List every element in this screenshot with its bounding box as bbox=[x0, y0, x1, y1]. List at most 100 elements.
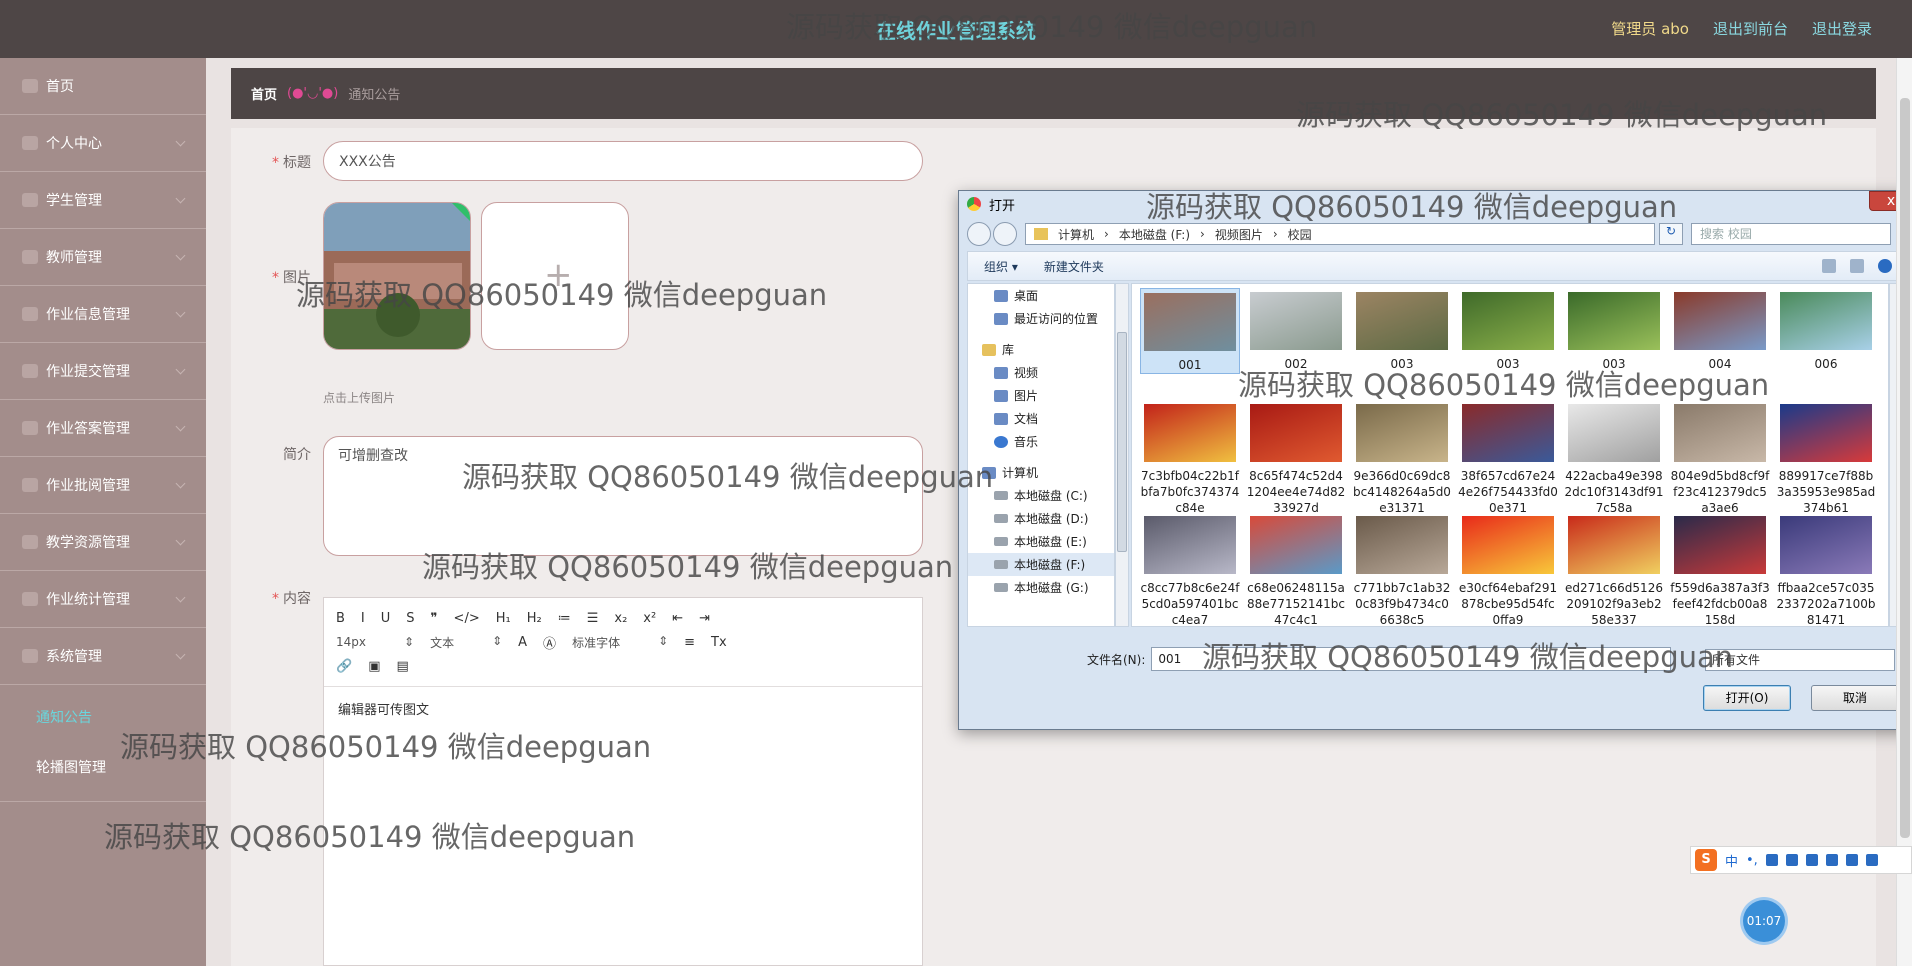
shirt-icon[interactable] bbox=[1845, 854, 1858, 866]
refresh-icon[interactable]: ↻ bbox=[1659, 223, 1683, 245]
format-button[interactable]: I bbox=[361, 611, 365, 626]
tree-item[interactable]: 音乐 bbox=[968, 430, 1114, 453]
clear-format-button[interactable]: Tx bbox=[711, 635, 727, 650]
sidebar-item[interactable]: 作业提交管理 bbox=[0, 343, 206, 400]
ime-punct[interactable]: •, bbox=[1746, 853, 1758, 868]
breadcrumb-home[interactable]: 首页 bbox=[251, 84, 277, 103]
tree-item[interactable]: 本地磁盘 (E:) bbox=[968, 530, 1114, 553]
tree-scrollbar[interactable] bbox=[1115, 283, 1129, 627]
format-button[interactable]: ⇤ bbox=[672, 611, 683, 626]
emoji-icon[interactable] bbox=[1765, 854, 1778, 866]
background-color-button[interactable]: Ⓐ bbox=[543, 633, 556, 652]
view-icon[interactable] bbox=[1822, 259, 1836, 273]
tree-item[interactable]: 本地磁盘 (C:) bbox=[968, 484, 1114, 507]
logout-link[interactable]: 退出登录 bbox=[1812, 18, 1872, 39]
tree-item[interactable]: 本地磁盘 (D:) bbox=[968, 507, 1114, 530]
tree-item[interactable]: 本地磁盘 (G:) bbox=[968, 576, 1114, 599]
help-icon[interactable] bbox=[1878, 259, 1892, 273]
file-item[interactable]: 001 bbox=[1140, 288, 1240, 374]
title-input[interactable]: XXX公告 bbox=[323, 141, 923, 181]
keyboard-icon[interactable] bbox=[1805, 854, 1818, 866]
tree-item[interactable]: 桌面 bbox=[968, 284, 1114, 307]
user-icon[interactable] bbox=[1825, 854, 1838, 866]
sidebar-item[interactable]: 作业答案管理 bbox=[0, 400, 206, 457]
page-scrollbar[interactable] bbox=[1896, 58, 1912, 966]
sidebar-item[interactable]: 系统管理 bbox=[0, 628, 206, 685]
filename-input[interactable]: 001 bbox=[1151, 647, 1672, 671]
new-folder-button[interactable]: 新建文件夹 bbox=[1044, 258, 1104, 275]
file-item[interactable]: 804e9d5bd8cf9ff23c412379dc5a3ae6 bbox=[1670, 400, 1770, 516]
address-bar[interactable]: 计算机 › 本地磁盘 (F:) › 视频图片 › 校园 bbox=[1025, 223, 1655, 245]
mic-icon[interactable] bbox=[1785, 854, 1798, 866]
sidebar-subitem-carousel[interactable]: 轮播图管理 bbox=[0, 743, 206, 793]
sidebar-item[interactable]: 教学资源管理 bbox=[0, 514, 206, 571]
format-button[interactable]: x₂ bbox=[614, 611, 627, 626]
format-button[interactable]: H₂ bbox=[527, 611, 542, 626]
filetype-select[interactable]: 所有文件 bbox=[1705, 649, 1895, 671]
sidebar-item[interactable]: 个人中心 bbox=[0, 115, 206, 172]
file-item[interactable]: 422acba49e3982dc10f3143df917c58a bbox=[1564, 400, 1664, 516]
file-item[interactable]: 004 bbox=[1670, 288, 1770, 372]
path-segment[interactable]: 视频图片 bbox=[1215, 226, 1263, 243]
ime-mode[interactable]: 中 bbox=[1725, 851, 1738, 870]
font-family-select[interactable]: 标准字体 ⇕ bbox=[572, 634, 668, 651]
sidebar-item[interactable]: 学生管理 bbox=[0, 172, 206, 229]
file-item[interactable]: 003 bbox=[1458, 288, 1558, 372]
tree-item[interactable]: 文档 bbox=[968, 407, 1114, 430]
dialog-search-input[interactable]: 搜索 校园 bbox=[1691, 223, 1891, 245]
path-segment[interactable]: 计算机 bbox=[1058, 226, 1094, 243]
font-size-select[interactable]: 14px ⇕ bbox=[336, 635, 414, 649]
sidebar-item[interactable]: 作业统计管理 bbox=[0, 571, 206, 628]
file-item[interactable]: 38f657cd67e244e26f754433fd00e371 bbox=[1458, 400, 1558, 516]
file-item[interactable]: 003 bbox=[1564, 288, 1664, 372]
file-item[interactable]: ffbaa2ce57c0352337202a7100b81471 bbox=[1776, 512, 1876, 628]
preview-pane-icon[interactable] bbox=[1850, 259, 1864, 273]
file-item[interactable]: 9e366d0c69dc8bc4148264a5d0e31371 bbox=[1352, 400, 1452, 516]
format-button[interactable]: ≔ bbox=[558, 611, 571, 626]
forward-arrow-icon[interactable] bbox=[993, 222, 1017, 246]
file-item[interactable]: ed271c66d5126209102f9a3eb258e337 bbox=[1564, 512, 1664, 628]
uploaded-image[interactable] bbox=[323, 202, 471, 350]
file-item[interactable]: 889917ce7f88b3a35953e985ad374b61 bbox=[1776, 400, 1876, 516]
path-segment[interactable]: 校园 bbox=[1288, 226, 1312, 243]
tree-item[interactable]: 库 bbox=[968, 338, 1114, 361]
insert-button[interactable]: ▤ bbox=[396, 659, 408, 674]
text-type-select[interactable]: 文本 ⇕ bbox=[430, 634, 502, 651]
file-item[interactable]: 7c3bfb04c22b1fbfa7b0fc374374c84e bbox=[1140, 400, 1240, 516]
format-button[interactable]: S bbox=[406, 611, 414, 626]
open-button[interactable]: 打开(O) bbox=[1703, 685, 1791, 711]
back-to-front-link[interactable]: 退出到前台 bbox=[1713, 18, 1788, 39]
upload-image-box[interactable]: + bbox=[481, 202, 629, 350]
file-item[interactable]: e30cf64ebaf291878cbe95d54fc0ffa9 bbox=[1458, 512, 1558, 628]
tree-item[interactable]: 本地磁盘 (F:) bbox=[968, 553, 1114, 576]
sidebar-item[interactable]: 作业批阅管理 bbox=[0, 457, 206, 514]
align-button[interactable]: ≡ bbox=[684, 635, 695, 650]
format-button[interactable]: B bbox=[336, 611, 345, 626]
file-item[interactable]: 003 bbox=[1352, 288, 1452, 372]
file-item[interactable]: 8c65f474c52d41204ee4e74d8233927d bbox=[1246, 400, 1346, 516]
tree-item[interactable]: 图片 bbox=[968, 384, 1114, 407]
grid-icon[interactable] bbox=[1865, 854, 1878, 866]
back-arrow-icon[interactable] bbox=[967, 222, 991, 246]
format-button[interactable]: ☰ bbox=[587, 611, 599, 626]
path-segment[interactable]: 本地磁盘 (F:) bbox=[1119, 226, 1190, 243]
organize-button[interactable]: 组织 ▾ bbox=[984, 258, 1018, 275]
file-item[interactable]: f559d6a387a3f3feef42fdcb00a8158d bbox=[1670, 512, 1770, 628]
editor-body[interactable]: 编辑器可传图文 bbox=[324, 687, 922, 730]
file-item[interactable]: c771bb7c1ab320c83f9b4734c06638c5 bbox=[1352, 512, 1452, 628]
file-item[interactable]: c68e06248115a88e77152141bc47c4c1 bbox=[1246, 512, 1346, 628]
format-button[interactable]: </> bbox=[454, 611, 480, 626]
tree-item[interactable]: 最近访问的位置 bbox=[968, 307, 1114, 330]
format-button[interactable]: ❞ bbox=[431, 611, 438, 626]
font-color-button[interactable]: A bbox=[518, 635, 527, 650]
sidebar-subitem-notice[interactable]: 通知公告 bbox=[0, 693, 206, 743]
format-button[interactable]: U bbox=[381, 611, 391, 626]
tree-item[interactable]: 视频 bbox=[968, 361, 1114, 384]
sidebar-item[interactable]: 作业信息管理 bbox=[0, 286, 206, 343]
tree-item[interactable]: 计算机 bbox=[968, 461, 1114, 484]
sogou-icon[interactable]: S bbox=[1695, 849, 1717, 871]
format-button[interactable]: H₁ bbox=[496, 611, 511, 626]
file-item[interactable]: c8cc77b8c6e24f5cd0a597401bcc4ea7 bbox=[1140, 512, 1240, 628]
intro-textarea[interactable]: 可增删查改 bbox=[323, 436, 923, 556]
sidebar-item[interactable]: 教师管理 bbox=[0, 229, 206, 286]
